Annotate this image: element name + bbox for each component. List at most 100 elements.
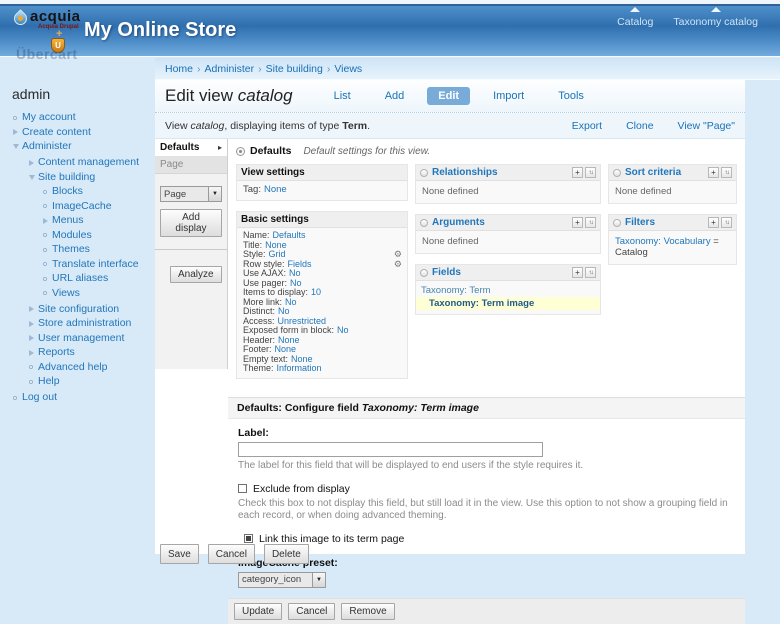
field-item-taxonomy-term[interactable]: Taxonomy: Term <box>416 284 600 297</box>
sidebar-item-reports[interactable]: Reports <box>0 347 155 358</box>
sidebar-item-administer[interactable]: Administer <box>0 141 155 152</box>
save-view-button[interactable]: Save <box>160 544 199 564</box>
export-link[interactable]: Export <box>572 120 602 132</box>
sidebar-item-label: Log out <box>22 392 57 403</box>
sidebar-item-create-content[interactable]: Create content <box>0 127 155 138</box>
rearrange-icon[interactable]: ↑↓ <box>585 167 596 178</box>
sidebar-item-label: Menus <box>52 215 84 226</box>
sidebar-item-help[interactable]: Help <box>0 376 155 387</box>
add-icon[interactable]: + <box>572 267 583 278</box>
label-input[interactable] <box>238 442 543 457</box>
relationships-title[interactable]: Relationships <box>432 167 498 178</box>
fields-title[interactable]: Fields <box>432 267 461 278</box>
collapsed-bullet-icon <box>29 321 38 327</box>
display-tab-defaults[interactable]: Defaults ▸ <box>155 139 227 157</box>
sidebar-item-label: URL aliases <box>52 273 108 284</box>
sidebar-item-menus[interactable]: Menus <box>0 215 155 226</box>
breadcrumb-home[interactable]: Home <box>165 63 193 75</box>
sidebar-item-content-management[interactable]: Content management <box>0 157 155 168</box>
rearrange-icon[interactable]: ↑↓ <box>585 217 596 228</box>
collapsed-bullet-icon <box>29 335 38 341</box>
cancel-button[interactable]: Cancel <box>288 603 335 620</box>
primary-tab-catalog[interactable]: Catalog <box>617 9 653 28</box>
views-editor: Defaults ▸ Page Page ▼ Add display Analy… <box>155 139 745 397</box>
help-icon[interactable] <box>420 269 428 277</box>
sidebar-item-views[interactable]: Views <box>0 288 155 299</box>
add-display-button[interactable]: Add display <box>160 209 222 237</box>
sidebar-item-user-management[interactable]: User management <box>0 333 155 344</box>
add-icon[interactable]: + <box>572 217 583 228</box>
breadcrumb-administer[interactable]: Administer <box>205 63 255 75</box>
help-icon[interactable] <box>420 219 428 227</box>
link-image-checkbox[interactable] <box>244 534 253 543</box>
sidebar-item-log-out[interactable]: Log out <box>0 392 155 403</box>
rearrange-icon[interactable]: ↑↓ <box>721 167 732 178</box>
cancel-view-button[interactable]: Cancel <box>208 544 255 564</box>
current-display-description: Default settings for this view. <box>303 146 430 157</box>
exclude-label[interactable]: Exclude from display <box>253 483 350 495</box>
arguments-title[interactable]: Arguments <box>432 217 485 228</box>
display-tab-page[interactable]: Page <box>155 157 227 174</box>
setting-value-link[interactable]: None <box>264 184 287 196</box>
tab-list[interactable]: List <box>323 87 362 105</box>
rearrange-icon[interactable]: ↑↓ <box>721 217 732 228</box>
sidebar-item-blocks[interactable]: Blocks <box>0 186 155 197</box>
acquia-wordmark: acquia <box>30 9 81 24</box>
imagecache-preset-select[interactable]: category_icon ▼ <box>238 572 326 588</box>
help-icon[interactable] <box>613 219 621 227</box>
sidebar-item-themes[interactable]: Themes <box>0 244 155 255</box>
sidebar-item-translate-interface[interactable]: Translate interface <box>0 259 155 270</box>
gear-icon[interactable]: ⚙ <box>394 250 402 259</box>
sidebar-item-advanced-help[interactable]: Advanced help <box>0 362 155 373</box>
site-logo[interactable]: acquia Acquia Drupal + U Übercart <box>14 9 84 57</box>
primary-tab-taxonomy-catalog[interactable]: Taxonomy catalog <box>673 9 758 28</box>
filter-item[interactable]: Taxonomy: Vocabulary = Catalog <box>609 234 736 260</box>
remove-button[interactable]: Remove <box>341 603 394 620</box>
tab-add[interactable]: Add <box>374 87 416 105</box>
breadcrumb: Home›Administer›Site building›Views <box>155 58 780 80</box>
setting-value-link[interactable]: No <box>337 326 349 336</box>
view-page-link[interactable]: View "Page" <box>678 120 735 132</box>
view-settings-panel: View settings Tag:None <box>236 164 408 201</box>
clone-link[interactable]: Clone <box>626 120 653 132</box>
add-display-select[interactable]: Page ▼ <box>160 186 222 202</box>
collapsed-bullet-icon <box>43 218 52 224</box>
breadcrumb-site-building[interactable]: Site building <box>266 63 323 75</box>
setting-value-link[interactable]: Information <box>277 364 322 374</box>
update-button[interactable]: Update <box>234 603 282 620</box>
sidebar-item-store-administration[interactable]: Store administration <box>0 318 155 329</box>
setting-value-link[interactable]: 10 <box>311 288 321 298</box>
exclude-checkbox[interactable] <box>238 484 247 493</box>
filter-link[interactable]: Taxonomy: Vocabulary <box>615 236 711 247</box>
gear-icon[interactable]: ⚙ <box>394 260 402 269</box>
delete-view-button[interactable]: Delete <box>264 544 309 564</box>
add-icon[interactable]: + <box>572 167 583 178</box>
sidebar-item-label: Themes <box>52 244 90 255</box>
tab-import[interactable]: Import <box>482 87 535 105</box>
site-title[interactable]: My Online Store <box>84 19 236 42</box>
sidebar-item-imagecache[interactable]: ImageCache <box>0 201 155 212</box>
sort-criteria-title[interactable]: Sort criteria <box>625 167 681 178</box>
analyze-button[interactable]: Analyze <box>170 266 222 283</box>
sidebar-item-site-building[interactable]: Site building <box>0 172 155 183</box>
tab-edit[interactable]: Edit <box>427 87 470 105</box>
rearrange-icon[interactable]: ↑↓ <box>585 267 596 278</box>
sidebar-item-my-account[interactable]: My account <box>0 112 155 123</box>
add-icon[interactable]: + <box>708 167 719 178</box>
circle-bullet-icon <box>29 365 38 369</box>
tab-tools[interactable]: Tools <box>547 87 595 105</box>
editor-main: Defaults Default settings for this view.… <box>228 139 745 397</box>
field-item-taxonomy-term-image[interactable]: Taxonomy: Term image <box>416 297 600 310</box>
add-icon[interactable]: + <box>708 217 719 228</box>
help-icon[interactable] <box>420 169 428 177</box>
help-icon[interactable] <box>613 169 621 177</box>
breadcrumb-views[interactable]: Views <box>334 63 362 75</box>
filters-title[interactable]: Filters <box>625 217 655 228</box>
sidebar-item-url-aliases[interactable]: URL aliases <box>0 273 155 284</box>
sidebar-item-label: Help <box>38 376 60 387</box>
sidebar-item-modules[interactable]: Modules <box>0 230 155 241</box>
sidebar-item-site-configuration[interactable]: Site configuration <box>0 304 155 315</box>
sidebar-item-label: Blocks <box>52 186 83 197</box>
collapse-icon[interactable] <box>236 147 245 156</box>
link-image-label[interactable]: Link this image to its term page <box>259 533 404 545</box>
